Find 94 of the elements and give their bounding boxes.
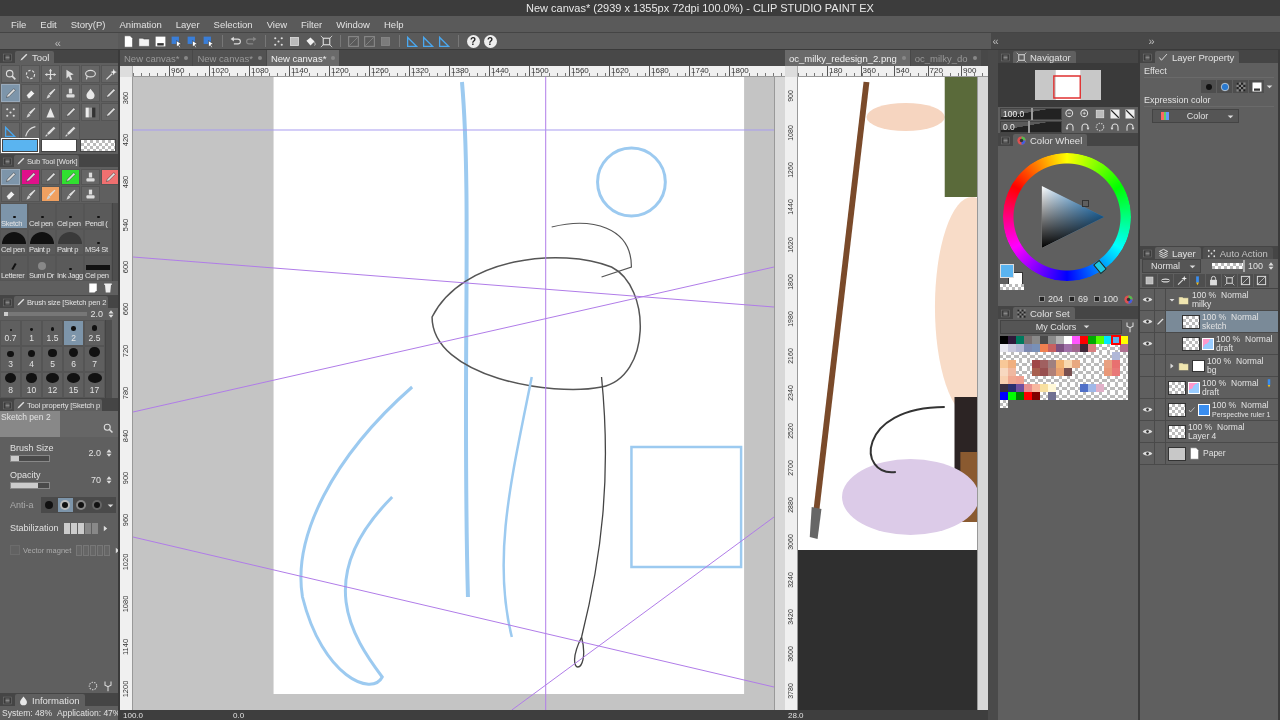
hue-value: 204	[1047, 294, 1063, 304]
layer-blend: Normal	[1231, 378, 1259, 388]
opacity-value: 100	[1247, 261, 1263, 271]
layer-name: Layer 4	[1188, 431, 1218, 441]
property-label: Opacity	[10, 470, 42, 480]
layer-opacity: 100 %	[1188, 422, 1213, 432]
brush-size-option[interactable]: 15	[63, 372, 84, 398]
menu-item[interactable]: Window	[329, 16, 377, 32]
brush-size-option[interactable]: 2.5	[84, 320, 105, 346]
property-label: Brush Size	[10, 443, 55, 453]
brush-size-option[interactable]: 4	[21, 346, 42, 372]
brush-size-option[interactable]: 1	[21, 320, 42, 346]
layer-item[interactable]: 100 % Normal draft	[1166, 377, 1278, 398]
panel-tab[interactable]: Layer	[1155, 247, 1201, 259]
brush-size-option[interactable]: 7	[84, 346, 105, 372]
panel-tab[interactable]: Auto Action	[1202, 247, 1273, 259]
panel-tab[interactable]: Tool	[15, 51, 55, 63]
zoom-value: 100.0	[123, 710, 144, 720]
layer-blend: Normal	[1221, 290, 1249, 300]
angle-value: 0.0	[233, 710, 245, 720]
layer-blend: Normal	[1241, 400, 1269, 410]
layer-opacity: 100 %	[1207, 356, 1232, 366]
menu-item[interactable]: File	[4, 16, 34, 32]
property-value: 2.0	[88, 447, 101, 458]
layer-name: Paper	[1203, 449, 1226, 458]
brush-size-option[interactable]: 17	[84, 372, 105, 398]
panel-tab[interactable]: Color Set	[1013, 307, 1075, 319]
document-tab[interactable]: New canvas*	[193, 50, 266, 66]
toolbar-button[interactable]: ?	[483, 34, 497, 48]
layer-item[interactable]: 100 % Normal draft	[1166, 333, 1278, 354]
toolbar-button[interactable]: ?	[466, 34, 480, 48]
layer-item[interactable]: 100 % Normal sketch	[1166, 311, 1278, 332]
layer-opacity: 100 %	[1216, 334, 1241, 344]
panel-tab[interactable]: Color Wheel	[1013, 134, 1088, 146]
layer-name: sketch	[1202, 321, 1228, 331]
layer-item[interactable]: 100 % Normal bg	[1166, 355, 1278, 376]
property-label: Anti-a	[10, 500, 34, 510]
preset-preview[interactable]: Sketch pen 2	[0, 411, 118, 437]
document-tab[interactable]: New canvas*	[266, 50, 340, 66]
collapse-button[interactable]: «	[992, 35, 999, 47]
brush-size-option[interactable]: 10	[21, 372, 42, 398]
expand-button[interactable]: »	[1148, 35, 1155, 47]
section-label: Effect	[1144, 66, 1274, 78]
menu-item[interactable]: Story(P)	[63, 16, 113, 32]
layer-opacity: 100 %	[1202, 378, 1227, 388]
layer-item[interactable]: 100 % Normal Layer 4	[1166, 421, 1278, 442]
brush-size-option[interactable]: 1.5	[42, 320, 63, 346]
brush-size-option[interactable]: 3	[0, 346, 21, 372]
property-label: Stabilization	[10, 523, 59, 533]
section-label: Expression color	[1144, 95, 1274, 107]
brightness-value: 100	[1102, 294, 1118, 304]
layer-blend: Normal	[1217, 422, 1245, 432]
layer-blend: Normal	[1231, 312, 1259, 322]
layer-name: bg	[1207, 365, 1218, 375]
layer-opacity: 100 %	[1202, 312, 1227, 322]
layer-name: draft	[1202, 388, 1220, 397]
menu-item[interactable]: Animation	[112, 16, 169, 32]
layer-item[interactable]: Paper	[1166, 443, 1278, 464]
document-tab[interactable]: oc_milky_do	[910, 50, 981, 66]
saturation-value: 69	[1077, 294, 1088, 304]
slider[interactable]: 100.0	[1000, 107, 1062, 120]
menu-item[interactable]: Selection	[206, 16, 260, 32]
document-tab[interactable]: New canvas*	[120, 50, 193, 66]
blend-dropdown[interactable]: Normal	[1142, 259, 1201, 273]
brush-size-option[interactable]: 12	[42, 372, 63, 398]
menu-item[interactable]: Help	[377, 16, 411, 32]
slider[interactable]: 0.0	[1000, 120, 1062, 133]
panel-tab[interactable]: Layer Property	[1155, 51, 1240, 63]
document-tab[interactable]: oc_milky_redesign_2.png	[785, 50, 910, 66]
layer-name: draft	[1216, 343, 1234, 353]
menu-item[interactable]: View	[259, 16, 295, 32]
menu-item[interactable]: Filter	[294, 16, 330, 32]
brush-size-option[interactable]: 6	[63, 346, 84, 372]
menu-item[interactable]: Edit	[33, 16, 64, 32]
brush-size-option[interactable]: 0.7	[0, 320, 21, 346]
layer-item[interactable]: 100 % Normal milky	[1166, 289, 1278, 310]
zoom-value: 28.0	[788, 710, 804, 720]
system-usage: System: 48%	[2, 708, 53, 718]
panel-tab[interactable]: Navigator	[1013, 51, 1076, 63]
layer-opacity: 100 %	[1192, 290, 1217, 300]
set-dropdown[interactable]: My Colors	[1000, 319, 1122, 334]
layer-opacity: 100 %	[1212, 400, 1237, 410]
expression-dropdown[interactable]: Color	[1152, 109, 1239, 123]
brush-size-option[interactable]: 8	[0, 372, 21, 398]
size-value: 2.0	[90, 309, 103, 319]
layer-blend: Normal	[1236, 356, 1264, 366]
brush-size-option[interactable]: 5	[42, 346, 63, 372]
layer-name: milky	[1192, 299, 1213, 309]
panel-tab[interactable]: Information	[15, 694, 85, 706]
ruler: 960 1020 1080 1140 1200 1260 1320 1380 1440 1500 1560 1620 1680 1740 1800	[133, 66, 785, 77]
property-value: 70	[91, 474, 101, 485]
menu-item[interactable]: Layer	[168, 16, 207, 32]
collapse-button[interactable]: «	[54, 37, 61, 49]
layer-blend: Normal	[1245, 334, 1273, 344]
